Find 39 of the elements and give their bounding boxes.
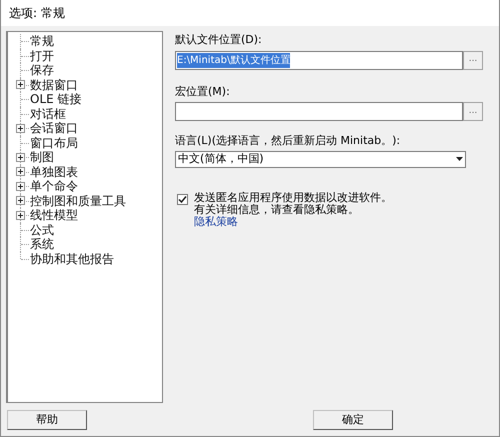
help-button[interactable]: 帮助 <box>7 410 87 430</box>
ok-button[interactable]: 确定 <box>313 410 393 430</box>
browse-button[interactable]: ... <box>463 50 483 70</box>
input-field[interactable] <box>175 102 463 121</box>
tree-item[interactable]: 单独图表 <box>30 166 78 178</box>
field-label: 宏位置(M): <box>175 84 231 100</box>
field-label: 语言(L)(选择语言，然后重新启动 Minitab。): <box>175 133 402 149</box>
window-title: 选项: 常规 <box>9 5 65 22</box>
tree-item[interactable]: OLE 链接 <box>30 93 82 106</box>
tree-item[interactable]: 系统 <box>30 238 54 250</box>
tree-item[interactable]: 线性模型 <box>30 209 78 222</box>
tree-item[interactable]: 公式 <box>30 224 54 236</box>
tree-item[interactable]: 控制图和质量工具 <box>30 194 126 207</box>
expand-icon[interactable] <box>16 124 25 133</box>
expand-icon[interactable] <box>16 167 25 176</box>
language-dropdown[interactable]: 中文(简体，中国) <box>175 150 466 168</box>
tree-item[interactable]: 打开 <box>30 50 54 62</box>
tree-item[interactable]: 常规 <box>30 35 54 48</box>
tree-item[interactable]: 会话窗口 <box>30 122 78 134</box>
privacy-note: 有关详细信息，请查看隐私策略。 <box>194 204 360 216</box>
tree-item[interactable]: 对话框 <box>30 108 66 120</box>
dropdown-arrow-icon <box>456 157 463 161</box>
tree-item[interactable]: 窗口布局 <box>30 136 78 149</box>
expand-icon[interactable] <box>16 80 25 90</box>
checkbox-label: 发送匿名应用程序使用数据以改进软件。 <box>194 192 392 204</box>
tree-item[interactable]: 协助和其他报告 <box>30 252 114 265</box>
expand-icon[interactable] <box>16 210 25 220</box>
tree-item[interactable]: 单个命令 <box>30 180 78 192</box>
input-field[interactable]: E:\Minitab\默认文件位置 <box>175 50 463 70</box>
tree-item[interactable]: 制图 <box>30 151 54 164</box>
tree-item[interactable]: 数据窗口 <box>30 78 78 91</box>
browse-button[interactable]: ... <box>463 102 483 121</box>
privacy-link[interactable]: 隐私策略 <box>194 216 392 228</box>
expand-icon[interactable] <box>16 182 25 191</box>
tree-item[interactable]: 保存 <box>30 64 54 76</box>
field-label: 默认文件位置(D): <box>175 32 263 48</box>
expand-icon[interactable] <box>16 196 25 206</box>
expand-icon[interactable] <box>16 152 25 162</box>
checkbox[interactable] <box>177 194 188 204</box>
